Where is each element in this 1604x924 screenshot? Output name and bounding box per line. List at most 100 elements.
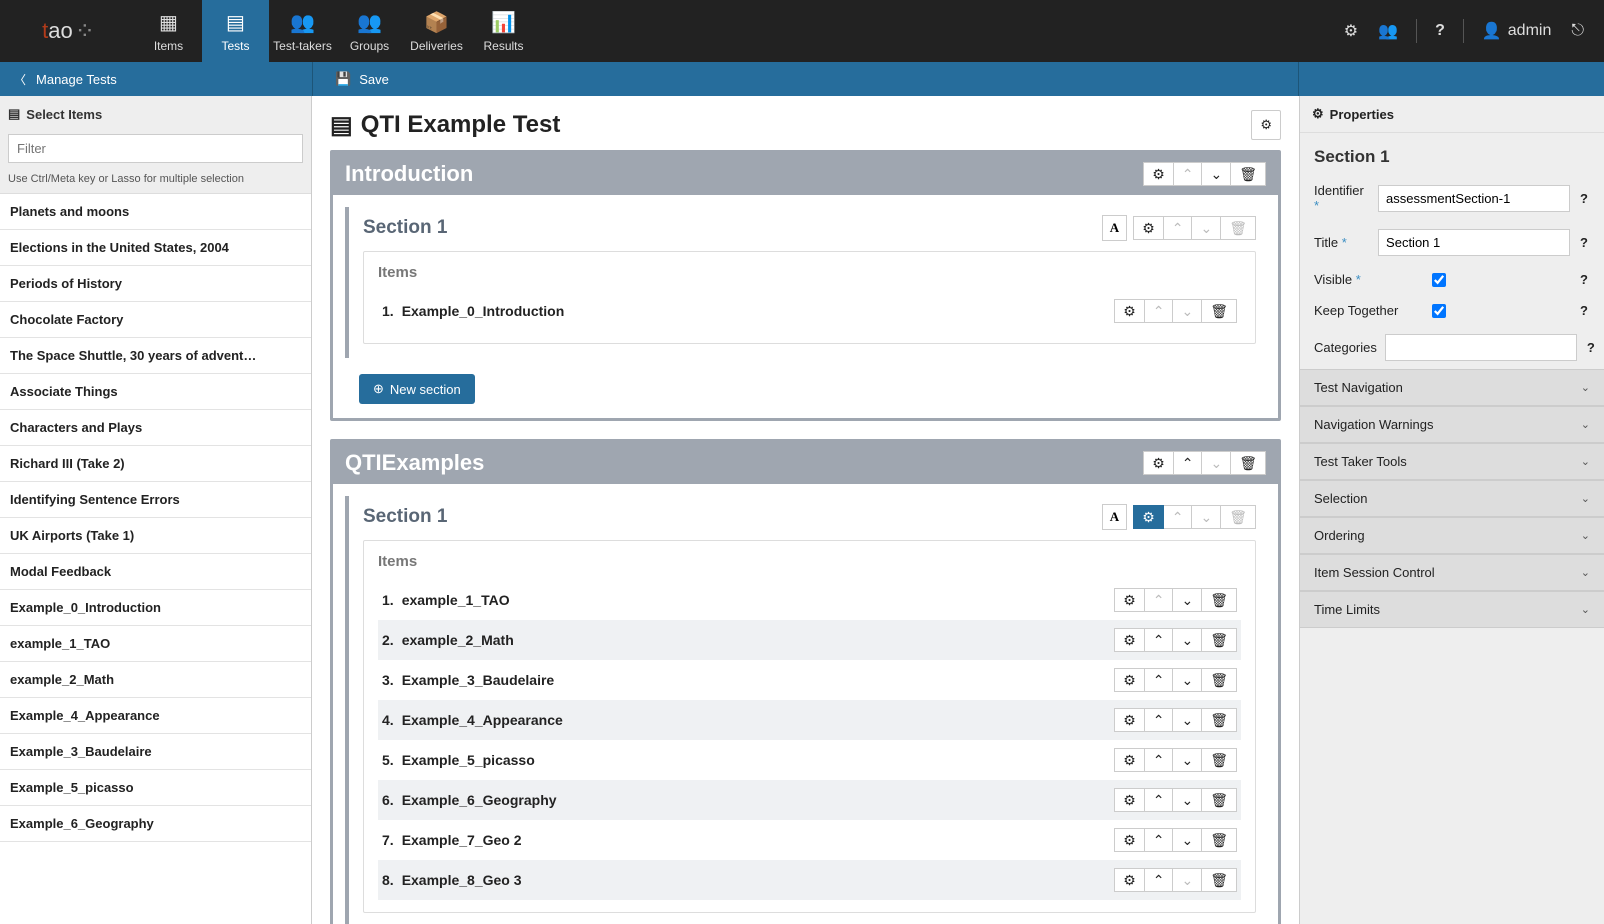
settings-button[interactable]: ⚙ (1143, 162, 1174, 186)
settings-button[interactable]: ⚙ (1114, 588, 1145, 612)
nav-item-deliveries[interactable]: 📦Deliveries (403, 0, 470, 62)
item-row[interactable]: 5. Example_5_picasso ⚙ ⌃ ⌄ 🗑 (378, 740, 1241, 780)
left-item[interactable]: Characters and Plays (0, 410, 311, 446)
nav-item-test-takers[interactable]: 👥Test-takers (269, 0, 336, 62)
move-up-button[interactable]: ⌃ (1145, 628, 1174, 652)
accordion-selection[interactable]: Selection⌄ (1300, 480, 1604, 517)
left-item[interactable]: Elections in the United States, 2004 (0, 230, 311, 266)
item-row[interactable]: 2. example_2_Math ⚙ ⌃ ⌄ 🗑 (378, 620, 1241, 660)
delete-button[interactable]: 🗑 (1202, 748, 1237, 772)
settings-button[interactable]: ⚙ (1114, 788, 1145, 812)
delete-button[interactable]: 🗑 (1202, 628, 1237, 652)
title-input[interactable] (1378, 229, 1570, 256)
item-row[interactable]: 6. Example_6_Geography ⚙ ⌃ ⌄ 🗑 (378, 780, 1241, 820)
settings-button[interactable]: ⚙ (1114, 868, 1145, 892)
settings-button[interactable]: ⚙ (1114, 668, 1145, 692)
identifier-input[interactable] (1378, 185, 1570, 212)
accordion-test-taker-tools[interactable]: Test Taker Tools⌄ (1300, 443, 1604, 480)
delete-button[interactable]: 🗑 (1202, 588, 1237, 612)
help-icon[interactable]: ? (1578, 272, 1590, 287)
help-icon[interactable]: ? (1578, 235, 1590, 250)
move-up-button[interactable]: ⌃ (1145, 788, 1174, 812)
logout-icon[interactable]: ⎋ (1563, 14, 1592, 48)
left-item[interactable]: Associate Things (0, 374, 311, 410)
users-icon[interactable]: 👥 (1370, 13, 1406, 49)
move-down-button[interactable]: ⌄ (1173, 788, 1202, 812)
rubric-button[interactable]: A (1102, 504, 1127, 530)
left-item[interactable]: The Space Shuttle, 30 years of advent… (0, 338, 311, 374)
visible-checkbox[interactable] (1432, 273, 1446, 287)
accordion-time-limits[interactable]: Time Limits⌄ (1300, 591, 1604, 628)
left-item[interactable]: example_2_Math (0, 662, 311, 698)
left-item[interactable]: Richard III (Take 2) (0, 446, 311, 482)
accordion-ordering[interactable]: Ordering⌄ (1300, 517, 1604, 554)
nav-item-items[interactable]: ▦Items (135, 0, 202, 62)
delete-button[interactable]: 🗑 (1202, 708, 1237, 732)
item-row[interactable]: 7. Example_7_Geo 2 ⚙ ⌃ ⌄ 🗑 (378, 820, 1241, 860)
categories-input[interactable] (1385, 334, 1577, 361)
move-up-button[interactable]: ⌃ (1145, 748, 1174, 772)
left-item[interactable]: Planets and moons (0, 194, 311, 230)
move-down-button[interactable]: ⌄ (1173, 668, 1202, 692)
delete-button[interactable]: 🗑 (1202, 868, 1237, 892)
filter-input[interactable] (8, 134, 303, 163)
settings-button[interactable]: ⚙ (1114, 748, 1145, 772)
help-icon[interactable]: ? (1585, 340, 1597, 355)
accordion-item-session-control[interactable]: Item Session Control⌄ (1300, 554, 1604, 591)
nav-item-results[interactable]: 📊Results (470, 0, 537, 62)
help-icon[interactable]: ? (1427, 14, 1453, 48)
rubric-button[interactable]: A (1102, 215, 1127, 241)
settings-button[interactable]: ⚙ (1114, 708, 1145, 732)
move-up-button[interactable]: ⌃ (1145, 828, 1174, 852)
left-item[interactable]: Chocolate Factory (0, 302, 311, 338)
left-item[interactable]: Example_6_Geography (0, 806, 311, 842)
item-row[interactable]: 8. Example_8_Geo 3 ⚙ ⌃ ⌄ 🗑 (378, 860, 1241, 900)
help-icon[interactable]: ? (1578, 191, 1590, 206)
settings-button[interactable]: ⚙ (1143, 451, 1174, 475)
delete-button[interactable]: 🗑 (1231, 162, 1266, 186)
settings-button[interactable]: ⚙ (1114, 299, 1145, 323)
settings-button[interactable]: ⚙ (1114, 628, 1145, 652)
left-item[interactable]: UK Airports (Take 1) (0, 518, 311, 554)
delete-button[interactable]: 🗑 (1231, 451, 1266, 475)
accordion-test-navigation[interactable]: Test Navigation⌄ (1300, 369, 1604, 406)
nav-item-groups[interactable]: 👥Groups (336, 0, 403, 62)
move-down-button[interactable]: ⌄ (1173, 628, 1202, 652)
move-up-button[interactable]: ⌃ (1145, 668, 1174, 692)
item-row[interactable]: 1. example_1_TAO ⚙ ⌃ ⌄ 🗑 (378, 580, 1241, 620)
left-item[interactable]: Example_0_Introduction (0, 590, 311, 626)
move-up-button[interactable]: ⌃ (1145, 708, 1174, 732)
left-item[interactable]: Example_3_Baudelaire (0, 734, 311, 770)
delete-button[interactable]: 🗑 (1202, 828, 1237, 852)
test-settings-button[interactable]: ⚙ (1251, 110, 1281, 140)
back-button[interactable]: 〈 Manage Tests (0, 62, 312, 96)
keep-together-checkbox[interactable] (1432, 304, 1446, 318)
settings-button[interactable]: ⚙ (1133, 505, 1164, 529)
help-icon[interactable]: ? (1578, 303, 1590, 318)
move-down-button[interactable]: ⌄ (1173, 748, 1202, 772)
move-up-button[interactable]: ⌃ (1145, 868, 1174, 892)
user-menu[interactable]: 👤 admin (1474, 13, 1560, 49)
settings-button[interactable]: ⚙ (1114, 828, 1145, 852)
left-item[interactable]: Example_4_Appearance (0, 698, 311, 734)
item-row[interactable]: 4. Example_4_Appearance ⚙ ⌃ ⌄ 🗑 (378, 700, 1241, 740)
left-item[interactable]: Identifying Sentence Errors (0, 482, 311, 518)
settings-button[interactable]: ⚙ (1133, 216, 1164, 240)
settings-icon[interactable]: ⚙ (1336, 13, 1366, 49)
move-down-button[interactable]: ⌄ (1173, 708, 1202, 732)
left-item[interactable]: example_1_TAO (0, 626, 311, 662)
accordion-navigation-warnings[interactable]: Navigation Warnings⌄ (1300, 406, 1604, 443)
left-item[interactable]: Modal Feedback (0, 554, 311, 590)
move-up-button[interactable]: ⌃ (1174, 451, 1203, 475)
delete-button[interactable]: 🗑 (1202, 668, 1237, 692)
left-item[interactable]: Example_5_picasso (0, 770, 311, 806)
item-row[interactable]: 3. Example_3_Baudelaire ⚙ ⌃ ⌄ 🗑 (378, 660, 1241, 700)
delete-button[interactable]: 🗑 (1202, 299, 1237, 323)
delete-button[interactable]: 🗑 (1202, 788, 1237, 812)
item-row[interactable]: 1. Example_0_Introduction ⚙ ⌃ ⌄ 🗑 (378, 291, 1241, 331)
move-down-button[interactable]: ⌄ (1173, 828, 1202, 852)
move-down-button[interactable]: ⌄ (1173, 588, 1202, 612)
move-down-button[interactable]: ⌄ (1202, 162, 1231, 186)
left-item[interactable]: Periods of History (0, 266, 311, 302)
save-button[interactable]: 💾 Save (327, 67, 397, 91)
